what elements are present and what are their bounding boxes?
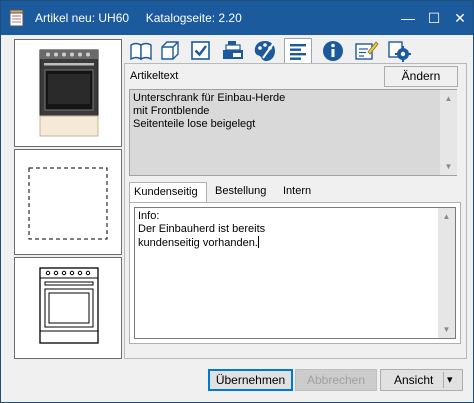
article-image-thumbnail[interactable]: [14, 39, 122, 147]
notes-text: Info: Der Einbauherd ist bereits kundens…: [138, 210, 266, 249]
notes-text-field[interactable]: Info: Der Einbauherd ist bereits kundens…: [134, 207, 456, 339]
notepad-app-icon: [9, 9, 24, 27]
text-caret: [257, 236, 259, 248]
article-window: Artikel neu: UH60 Katalogseite: 2.20 — ☐…: [0, 0, 474, 403]
book-icon: [130, 42, 152, 61]
stove-photo-icon: [39, 49, 99, 137]
tab-toolbar: [127, 38, 417, 64]
edit-note-icon: [355, 41, 379, 60]
info-button[interactable]: [319, 38, 347, 64]
minimize-button[interactable]: —: [395, 1, 421, 35]
info-icon: [323, 41, 343, 61]
tab-intern[interactable]: Intern: [279, 182, 324, 202]
checkbox-icon: [191, 41, 210, 60]
catalog-book-button[interactable]: [127, 38, 155, 64]
artikeltext-scrollbar[interactable]: ▲ ▼: [440, 90, 457, 175]
title-bar: Artikel neu: UH60 Katalogseite: 2.20 — ☐…: [1, 1, 473, 35]
scroll-up-arrow-icon[interactable]: ▲: [440, 90, 457, 107]
apply-button[interactable]: Übernehmen: [208, 369, 293, 391]
edit-note-button[interactable]: [352, 38, 380, 64]
change-button-label: Ändern: [401, 69, 441, 83]
cancel-button[interactable]: Abbrechen: [295, 369, 377, 391]
tab-bestellung[interactable]: Bestellung: [211, 182, 279, 202]
dimensions-button[interactable]: [156, 38, 184, 64]
cancel-button-label: Abbrechen: [306, 373, 366, 387]
color-palette-button[interactable]: [251, 38, 279, 64]
artikeltext-label: Artikeltext: [130, 70, 179, 82]
cube-icon: [161, 41, 179, 60]
text-align-icon: [290, 44, 306, 60]
apply-button-label: Übernehmen: [215, 373, 286, 387]
notes-scrollbar[interactable]: ▲ ▼: [438, 208, 455, 338]
drawing-thumbnail[interactable]: [14, 257, 122, 359]
register-icon: [223, 41, 243, 59]
view-button[interactable]: Ansicht ▾: [380, 369, 463, 391]
view-button-label: Ansicht: [394, 373, 434, 387]
close-button[interactable]: ✕: [447, 1, 473, 35]
cash-register-button[interactable]: [219, 38, 247, 64]
placeholder-thumbnail[interactable]: [14, 149, 122, 255]
settings-icon: [388, 41, 411, 62]
scroll-down-arrow-icon[interactable]: ▼: [438, 321, 455, 338]
tab-kundenseitig[interactable]: Kundenseitig: [129, 182, 207, 203]
scroll-up-arrow-icon[interactable]: ▲: [438, 208, 455, 225]
text-tab-button[interactable]: [284, 38, 312, 64]
settings-button[interactable]: [385, 38, 413, 64]
change-button[interactable]: Ändern: [384, 66, 458, 87]
palette-icon: [254, 41, 275, 61]
scroll-down-arrow-icon[interactable]: ▼: [440, 158, 457, 175]
split-divider: [443, 372, 444, 388]
options-button[interactable]: [187, 38, 215, 64]
stove-drawing-icon: [39, 267, 99, 344]
window-title: Artikel neu: UH60 Katalogseite: 2.20: [35, 11, 242, 25]
maximize-button[interactable]: ☐: [421, 1, 447, 35]
artikeltext-field[interactable]: Unterschrank für Einbau-Herde mit Frontb…: [129, 89, 457, 176]
chevron-down-icon[interactable]: ▾: [447, 370, 453, 390]
dashed-frame-icon: [28, 167, 108, 240]
